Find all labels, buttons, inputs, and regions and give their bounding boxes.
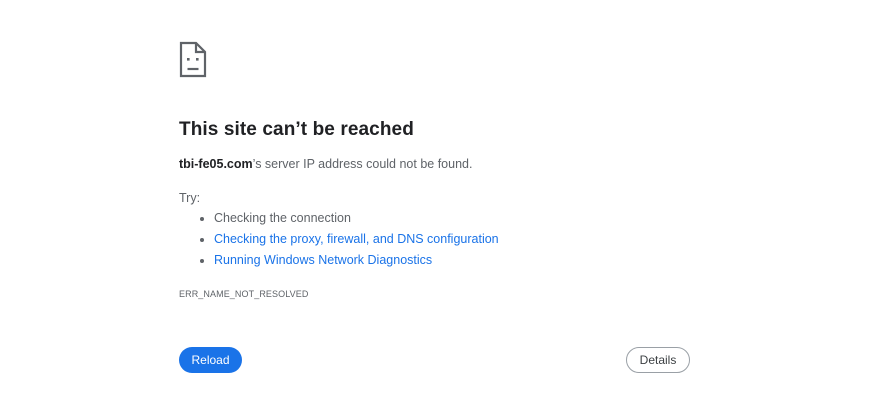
error-domain: tbi-fe05.com: [179, 157, 253, 171]
suggestion-proxy-firewall-dns-link[interactable]: Checking the proxy, firewall, and DNS co…: [214, 232, 499, 246]
suggestion-item: Running Windows Network Diagnostics: [214, 250, 499, 271]
suggestions-list: Checking the connection Checking the pro…: [179, 208, 499, 271]
try-label: Try:: [179, 191, 201, 205]
suggestion-check-connection: Checking the connection: [214, 211, 351, 225]
error-summary-text: ’s server IP address could not be found.: [252, 157, 473, 171]
details-button[interactable]: Details: [626, 347, 690, 373]
suggestion-network-diagnostics-link[interactable]: Running Windows Network Diagnostics: [214, 253, 432, 267]
reload-button[interactable]: Reload: [179, 347, 242, 373]
suggestion-item: Checking the connection: [214, 208, 499, 229]
error-page: This site can’t be reached tbi-fe05.com’…: [0, 0, 870, 400]
suggestion-item: Checking the proxy, firewall, and DNS co…: [214, 229, 499, 250]
sad-document-icon: [178, 40, 210, 80]
error-code: ERR_NAME_NOT_RESOLVED: [179, 289, 309, 299]
error-summary: tbi-fe05.com’s server IP address could n…: [179, 157, 472, 171]
page-title: This site can’t be reached: [179, 119, 414, 140]
